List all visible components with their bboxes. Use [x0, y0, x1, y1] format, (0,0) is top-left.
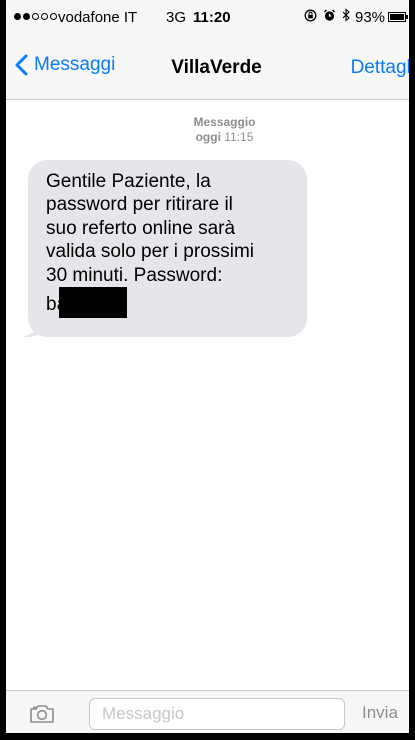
alarm-icon: [324, 9, 335, 21]
message-timestamp: Messaggio oggi 11:15: [6, 115, 409, 145]
details-button[interactable]: Dettagli: [351, 57, 409, 79]
redaction-box: [59, 287, 128, 319]
status-icons: [304, 8, 351, 22]
status-time: 11:20: [193, 9, 231, 26]
battery-icon: [388, 12, 408, 22]
bluetooth-icon: [342, 8, 350, 22]
message-line: 30 minuti. Password:: [46, 264, 223, 286]
message-input-bar: Invia: [6, 690, 409, 733]
timestamp-label: Messaggio: [193, 115, 256, 129]
camera-icon[interactable]: [29, 704, 55, 724]
carrier-name: vodafone IT: [58, 9, 138, 26]
message-line: Gentile Paziente, la: [46, 171, 211, 192]
message-line: ba: [46, 287, 293, 319]
conversation-title: VillaVerde: [171, 57, 262, 78]
phone-screen: vodafone IT 3G 11:20 93% Messaggi VillaV…: [6, 0, 409, 733]
signal-strength-icon: [14, 13, 57, 20]
timestamp-day: oggi: [195, 130, 221, 144]
network-type: 3G: [166, 9, 187, 26]
message-line: password per ritirare il: [46, 194, 233, 216]
timestamp-time: 11:15: [224, 130, 254, 144]
message-input[interactable]: [89, 698, 345, 730]
status-bar: vodafone IT 3G 11:20 93%: [6, 0, 409, 40]
message-line: suo referto online sarà: [46, 217, 236, 239]
message-bubble[interactable]: Gentile Paziente, la password per ritira…: [28, 160, 307, 337]
battery-percent: 93%: [355, 9, 386, 26]
navigation-bar: Messaggi VillaVerde Dettagli: [6, 40, 409, 100]
message-line: valida solo per i prossimi: [46, 241, 255, 263]
rotation-lock-icon: [304, 9, 317, 21]
send-button[interactable]: Invia: [362, 703, 398, 723]
